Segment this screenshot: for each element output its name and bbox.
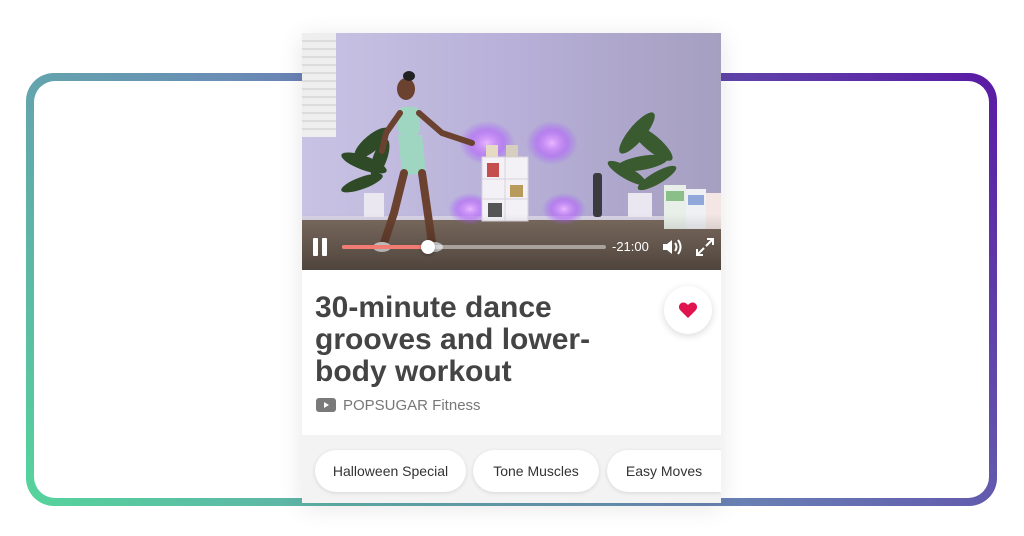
fullscreen-button[interactable] [696, 238, 714, 256]
workout-card: -21:00 30-minute dance grooves and lower… [302, 33, 721, 503]
tag-chip-tone-muscles[interactable]: Tone Muscles [473, 450, 599, 492]
volume-button[interactable] [662, 238, 684, 256]
tag-chip-easy-moves[interactable]: Easy Moves [607, 450, 721, 492]
source-name: POPSUGAR Fitness [343, 396, 481, 414]
pause-icon-bar [322, 238, 327, 256]
tag-list: Halloween Special Tone Muscles Easy Move… [302, 435, 721, 503]
youtube-icon [316, 398, 336, 412]
progress-knob[interactable] [420, 240, 435, 254]
video-player[interactable]: -21:00 [302, 33, 721, 270]
favorite-button[interactable] [664, 286, 712, 334]
video-controls: -21:00 [302, 214, 721, 270]
heart-icon [678, 302, 698, 318]
progress-fill [342, 245, 428, 249]
volume-icon [663, 239, 682, 255]
progress-bar[interactable] [342, 240, 606, 254]
tag-chip-halloween-special[interactable]: Halloween Special [315, 450, 466, 492]
video-info: 30-minute dance grooves and lower-body w… [302, 270, 721, 435]
pause-icon [313, 238, 318, 256]
stage: -21:00 30-minute dance grooves and lower… [0, 0, 1024, 536]
time-remaining: -21:00 [612, 239, 649, 254]
fullscreen-icon [696, 238, 714, 256]
pause-button[interactable] [312, 238, 328, 256]
video-source[interactable]: POPSUGAR Fitness [316, 395, 481, 415]
video-title: 30-minute dance grooves and lower-body w… [315, 291, 591, 388]
